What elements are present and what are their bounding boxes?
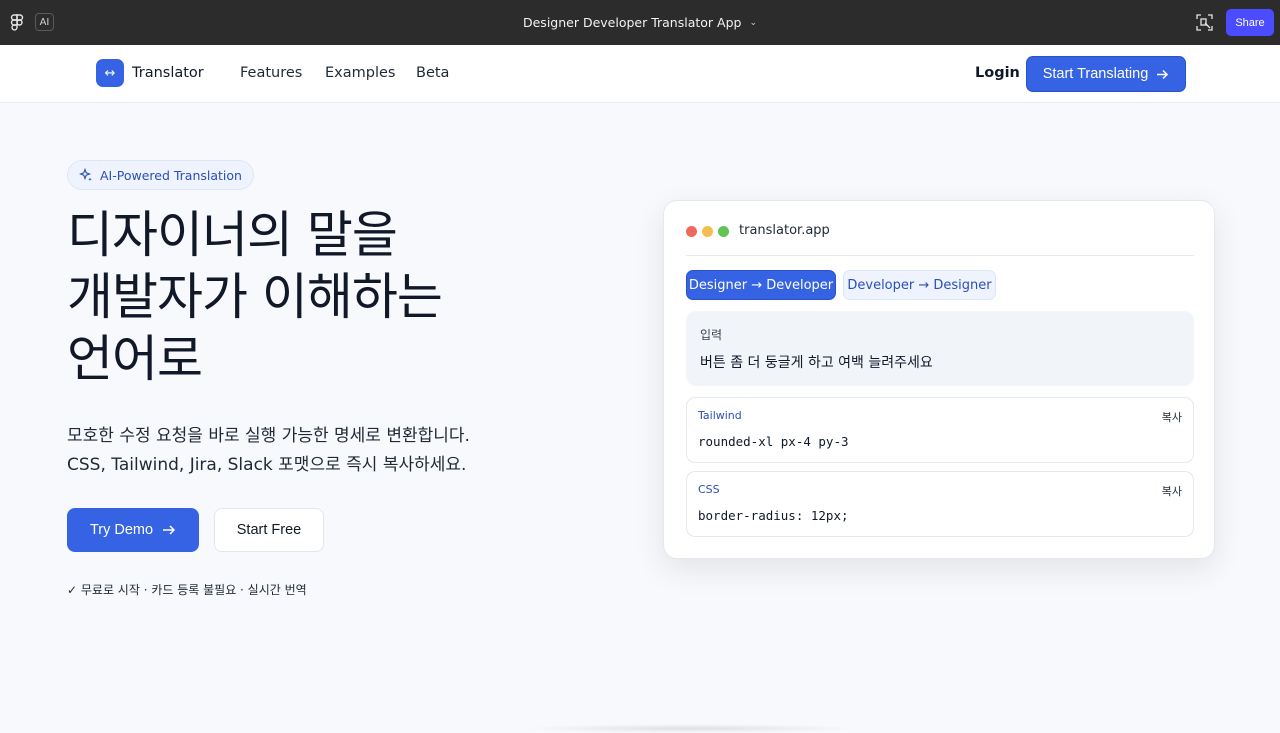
section-shadow (520, 724, 860, 733)
nav-link-examples[interactable]: Examples (325, 65, 395, 81)
window-close-dot (686, 226, 697, 237)
start-translating-button[interactable]: Start Translating (1026, 56, 1186, 92)
ai-button[interactable]: AI (35, 13, 54, 31)
ai-badge-label: AI-Powered Translation (100, 167, 242, 183)
nav-link-beta[interactable]: Beta (416, 65, 449, 81)
try-demo-button[interactable]: Try Demo (67, 508, 199, 552)
frame-select-icon[interactable] (1196, 14, 1213, 31)
login-link[interactable]: Login (975, 65, 1020, 81)
hero-footnote: ✓ 무료로 시작 · 카드 등록 불필요 · 실시간 번역 (67, 583, 307, 597)
app-toolbar: AI Designer Developer Translator App ⌄ S… (0, 0, 1280, 45)
ai-badge: AI-Powered Translation (67, 160, 254, 190)
brand-logo-icon[interactable]: ↔ (96, 59, 124, 87)
nav-link-features[interactable]: Features (240, 65, 302, 81)
translator-preview-card: translator.app Designer → Developer Deve… (663, 200, 1215, 559)
copy-button[interactable]: 복사 (1162, 483, 1182, 499)
start-translating-label: Start Translating (1042, 66, 1149, 82)
output-format-label: CSS (698, 483, 720, 496)
figma-logo-icon[interactable] (10, 14, 24, 32)
chevron-down-icon[interactable]: ⌄ (749, 18, 757, 28)
hero-subtext: 모호한 수정 요청을 바로 실행 가능한 명세로 변환합니다. CSS, Tai… (67, 422, 527, 480)
sparkles-icon (79, 168, 92, 182)
output-css: CSS 복사 border-radius: 12px; (686, 471, 1194, 537)
tab-designer-to-developer[interactable]: Designer → Developer (686, 270, 836, 300)
arrow-right-icon (1157, 69, 1169, 79)
file-title[interactable]: Designer Developer Translator App (523, 15, 741, 30)
brand-name[interactable]: Translator (132, 65, 204, 81)
output-format-label: Tailwind (698, 409, 742, 422)
subtext-line-1: 모호한 수정 요청을 바로 실행 가능한 명세로 변환합니다. (67, 426, 470, 446)
headline-line-3: 언어로 (67, 330, 203, 388)
input-label: 입력 (700, 328, 723, 342)
output-code: rounded-xl px-4 py-3 (698, 434, 849, 449)
headline-line-2: 개발자가 이해하는 (67, 268, 443, 326)
output-tailwind: Tailwind 복사 rounded-xl px-4 py-3 (686, 397, 1194, 463)
translation-input[interactable]: 입력 버튼 좀 더 둥글게 하고 여백 늘려주세요 (686, 311, 1194, 386)
try-demo-label: Try Demo (89, 522, 154, 538)
input-value: 버튼 좀 더 둥글게 하고 여백 늘려주세요 (700, 355, 933, 371)
card-divider (686, 255, 1194, 256)
site-navbar: ↔ Translator Features Examples Beta Logi… (0, 45, 1280, 103)
start-free-button[interactable]: Start Free (214, 508, 324, 552)
card-url: translator.app (739, 223, 830, 238)
share-button[interactable]: Share (1226, 9, 1274, 36)
window-minimize-dot (702, 226, 713, 237)
copy-button[interactable]: 복사 (1162, 409, 1182, 425)
output-code: border-radius: 12px; (698, 508, 849, 523)
hero-headline: 디자이너의 말을 개발자가 이해하는 언어로 (67, 204, 537, 390)
window-maximize-dot (718, 226, 729, 237)
subtext-line-2: CSS, Tailwind, Jira, Slack 포맷으로 즉시 복사하세요… (67, 455, 467, 475)
tab-developer-to-designer[interactable]: Developer → Designer (843, 270, 996, 300)
headline-line-1: 디자이너의 말을 (67, 206, 398, 264)
arrow-right-icon (163, 525, 176, 535)
